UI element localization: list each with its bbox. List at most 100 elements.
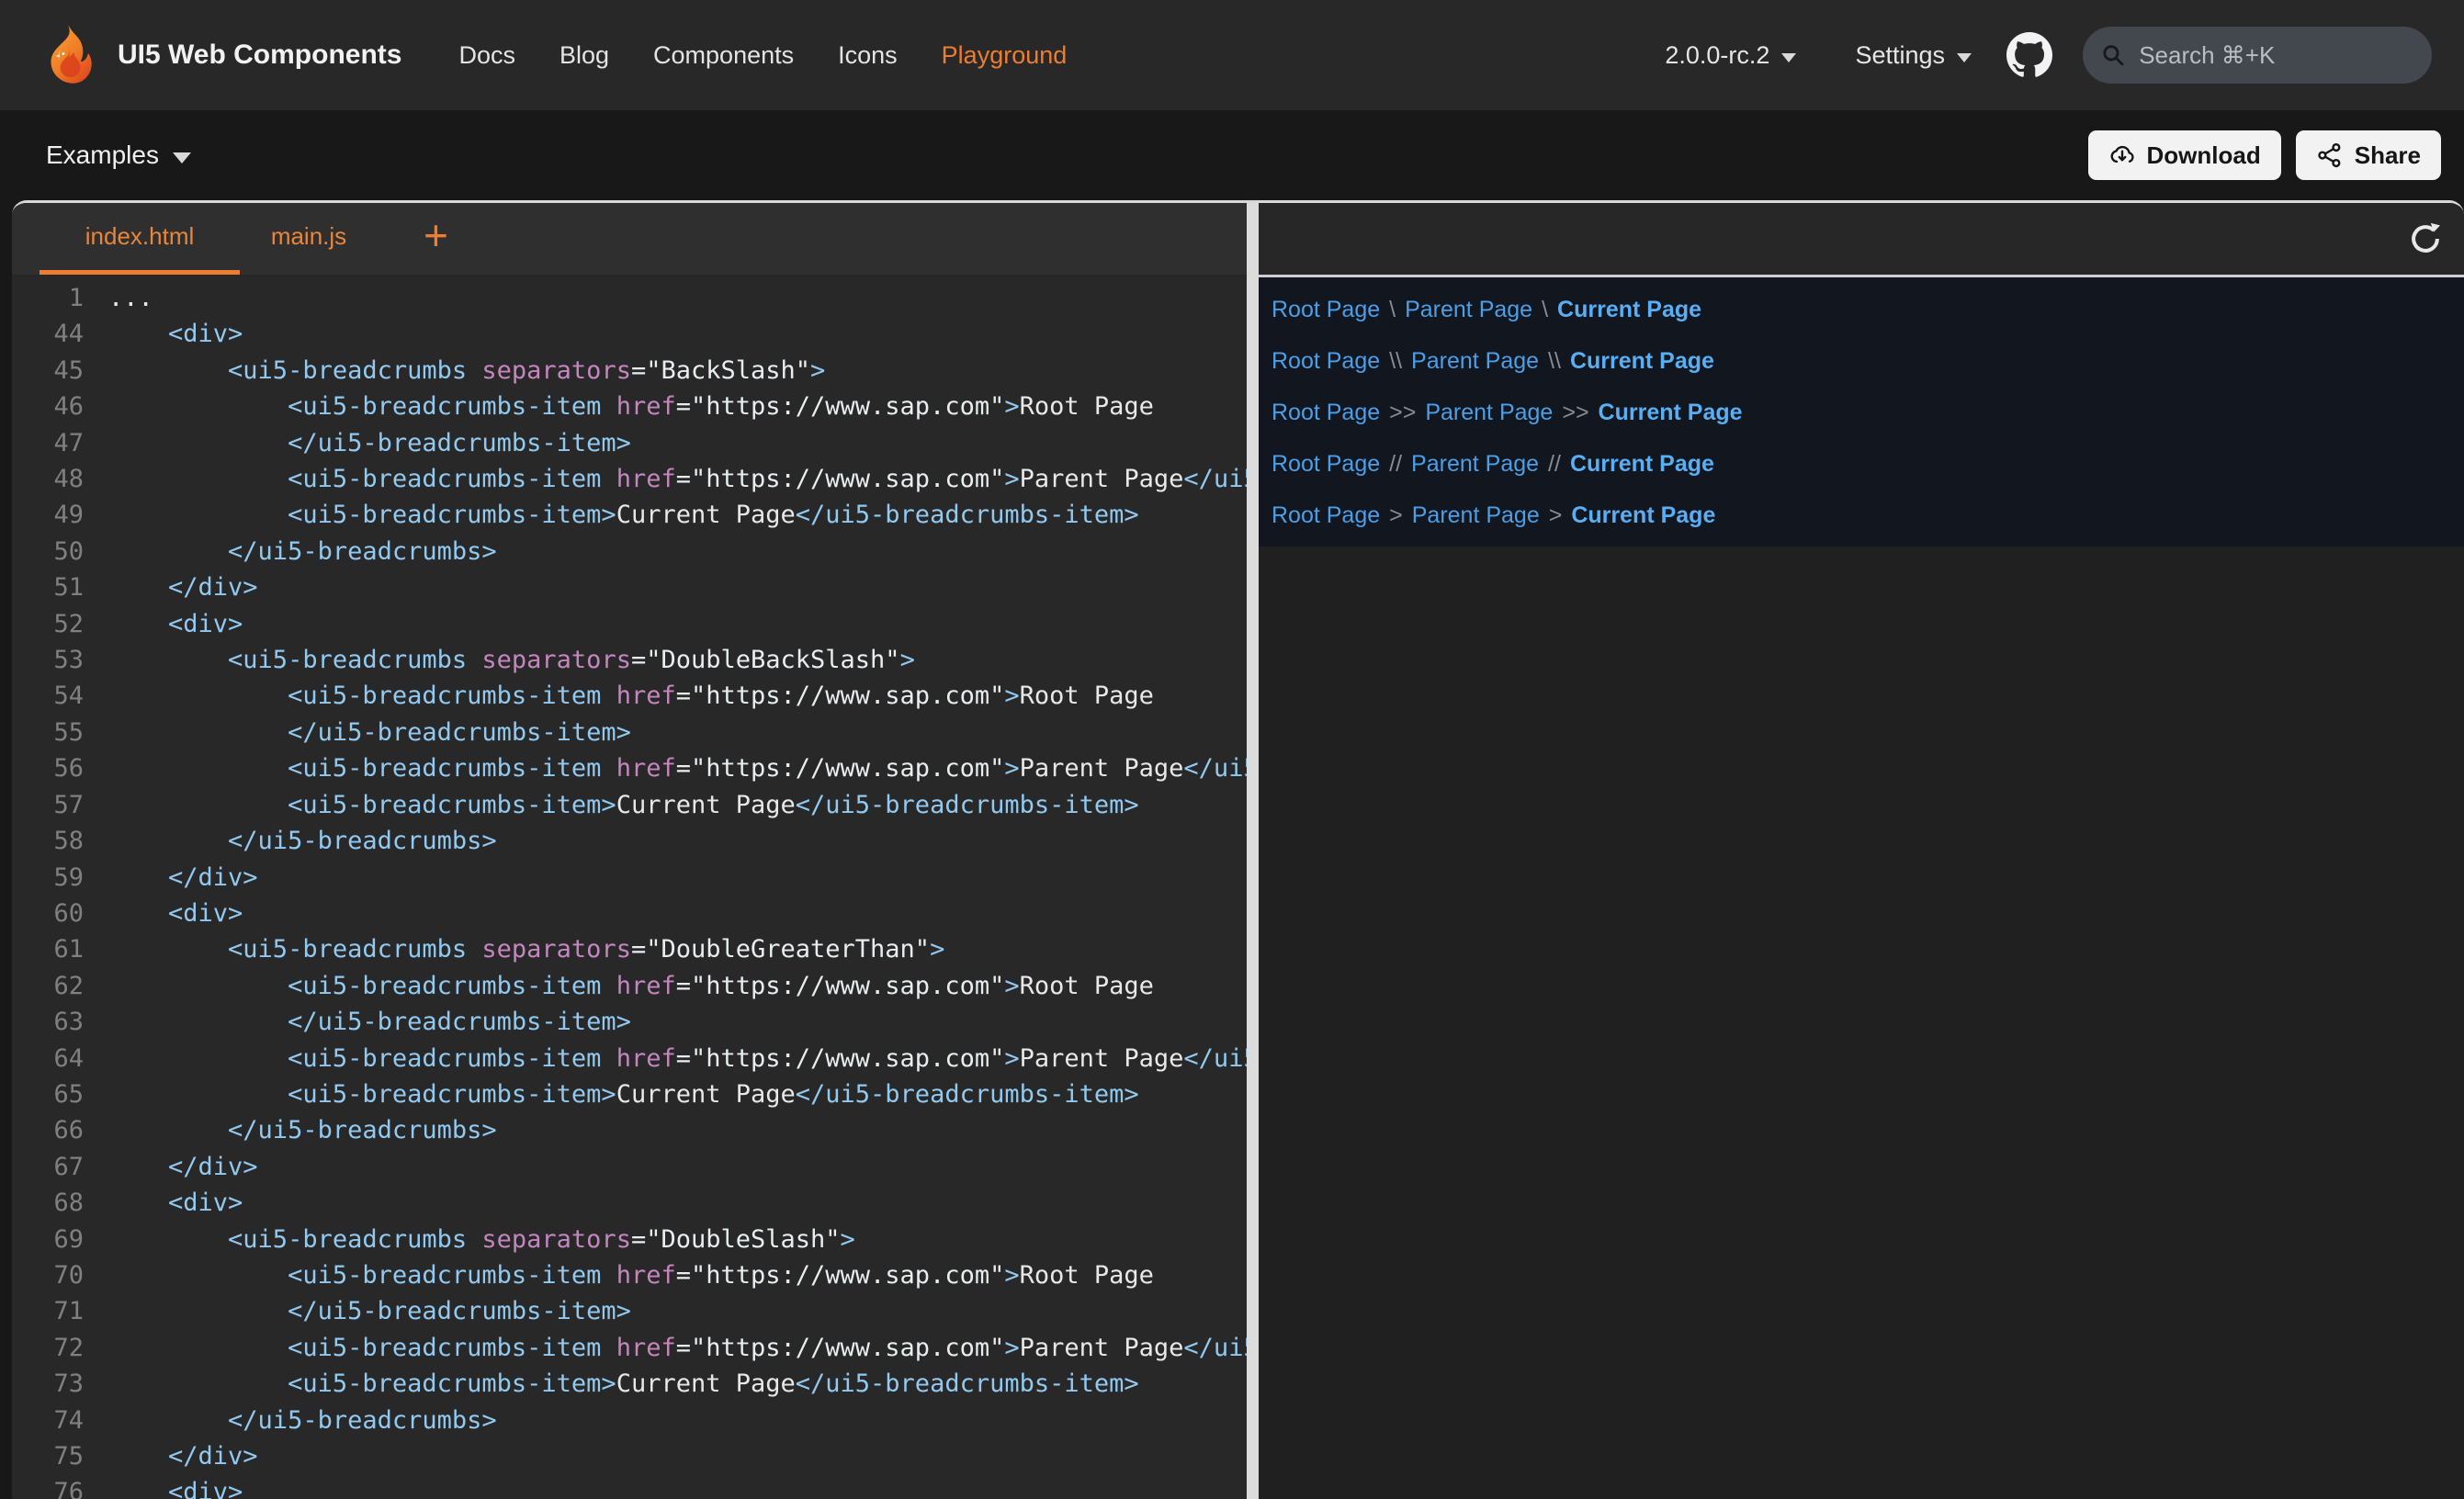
search-icon: [2101, 41, 2125, 69]
line-number: 67: [12, 1149, 84, 1185]
breadcrumb-link[interactable]: Parent Page: [1412, 502, 1540, 529]
code-text: <ui5-breadcrumbs-item href="https://www.…: [108, 678, 1154, 714]
line-number: 69: [12, 1222, 84, 1257]
breadcrumb-current: Current Page: [1570, 451, 1714, 478]
nav-link-blog[interactable]: Blog: [559, 41, 609, 70]
examples-toolbar: Examples Download Shar: [0, 110, 2464, 200]
breadcrumb-link[interactable]: Root Page: [1272, 297, 1380, 323]
breadcrumb-link[interactable]: Parent Page: [1425, 400, 1553, 426]
code-text: <div>: [108, 1185, 243, 1221]
code-line: 51 </div>: [12, 569, 1247, 605]
line-number: 72: [12, 1330, 84, 1366]
code-text: <ui5-breadcrumbs-item>Current Page</ui5-…: [108, 497, 1139, 533]
preview-empty-area: [1259, 547, 2464, 1499]
search-box[interactable]: [2083, 27, 2432, 84]
code-line: 59 </div>: [12, 860, 1247, 896]
line-number: 53: [12, 642, 84, 678]
settings-menu[interactable]: Settings: [1855, 41, 1972, 70]
editor-tab-main.js[interactable]: main.js: [240, 203, 378, 275]
line-number: 52: [12, 606, 84, 642]
nav-link-components[interactable]: Components: [653, 41, 794, 70]
code-text: <ui5-breadcrumbs-item href="https://www.…: [108, 750, 1247, 786]
header: UI5 Web Components Docs Blog Components Ico…: [0, 0, 2464, 110]
main-nav: Docs Blog Components Icons Playground: [458, 41, 1067, 70]
breadcrumb-separator: >: [1549, 502, 1563, 529]
editor-tab-index.html[interactable]: index.html: [40, 203, 240, 275]
code-text: <ui5-breadcrumbs-item>Current Page</ui5-…: [108, 787, 1139, 823]
code-line: 54 <ui5-breadcrumbs-item href="https://w…: [12, 678, 1247, 714]
download-button[interactable]: Download: [2088, 130, 2281, 180]
breadcrumb-link[interactable]: Parent Page: [1411, 348, 1539, 375]
code-text: </ui5-breadcrumbs-item>: [108, 1004, 631, 1040]
code-line: 68 <div>: [12, 1185, 1247, 1221]
code-line: 44 <div>: [12, 316, 1247, 352]
code-line: 50 </ui5-breadcrumbs>: [12, 534, 1247, 569]
code-text: </div>: [108, 860, 258, 896]
breadcrumb-link[interactable]: Root Page: [1272, 348, 1380, 375]
code-text: <ui5-breadcrumbs-item href="https://www.…: [108, 1330, 1247, 1366]
examples-menu-button[interactable]: Examples: [46, 141, 191, 170]
settings-label: Settings: [1855, 41, 1945, 70]
code-line: 72 <ui5-breadcrumbs-item href="https://w…: [12, 1330, 1247, 1366]
cloud-download-icon: [2108, 141, 2136, 169]
line-number: 71: [12, 1293, 84, 1329]
code-text: <ui5-breadcrumbs-item href="https://www.…: [108, 461, 1247, 497]
code-text: <ui5-breadcrumbs-item>Current Page</ui5-…: [108, 1076, 1139, 1112]
code-line: 60 <div>: [12, 896, 1247, 931]
code-text: </ui5-breadcrumbs>: [108, 534, 497, 569]
line-number: 55: [12, 715, 84, 750]
github-icon[interactable]: [2006, 32, 2052, 78]
editor-tabs: index.htmlmain.js: [40, 203, 378, 275]
code-text: <ui5-breadcrumbs separators="DoubleSlash…: [108, 1222, 855, 1257]
line-number: 1: [12, 280, 84, 316]
line-number: 66: [12, 1112, 84, 1148]
pane-splitter[interactable]: [1247, 203, 1259, 1499]
code-text: </ui5-breadcrumbs-item>: [108, 715, 631, 750]
code-line: 66 </ui5-breadcrumbs>: [12, 1112, 1247, 1148]
breadcrumb-link[interactable]: Root Page: [1272, 400, 1380, 426]
code-line: 53 <ui5-breadcrumbs separators="DoubleBa…: [12, 642, 1247, 678]
code-text: </div>: [108, 569, 258, 605]
line-number: 45: [12, 353, 84, 389]
download-label: Download: [2147, 141, 2261, 170]
share-icon: [2316, 141, 2344, 169]
code-text: <ui5-breadcrumbs-item>Current Page</ui5-…: [108, 1366, 1139, 1402]
breadcrumb-link[interactable]: Root Page: [1272, 502, 1380, 529]
code-text: <ui5-breadcrumbs-item href="https://www.…: [108, 968, 1154, 1004]
code-text: <ui5-breadcrumbs separators="DoubleBackS…: [108, 642, 915, 678]
code-line: 75 </div>: [12, 1438, 1247, 1474]
chevron-down-icon: [1781, 53, 1796, 62]
refresh-button[interactable]: [2407, 220, 2444, 257]
playground-window: index.htmlmain.js + 1...44 <div>45 <ui5-…: [12, 200, 2464, 1499]
share-button[interactable]: Share: [2296, 130, 2441, 180]
code-line: 65 <ui5-breadcrumbs-item>Current Page</u…: [12, 1076, 1247, 1112]
search-input[interactable]: [2137, 40, 2413, 71]
nav-link-playground[interactable]: Playground: [942, 41, 1068, 70]
breadcrumb-link[interactable]: Parent Page: [1411, 451, 1539, 478]
line-number: 74: [12, 1403, 84, 1438]
code-line: 76 <div>: [12, 1474, 1247, 1499]
line-number: 65: [12, 1076, 84, 1112]
app: UI5 Web Components Docs Blog Components Ico…: [0, 0, 2464, 1499]
code-text: <ui5-breadcrumbs-item href="https://www.…: [108, 389, 1154, 424]
brand-title[interactable]: UI5 Web Components: [118, 39, 401, 71]
breadcrumb-link[interactable]: Root Page: [1272, 451, 1380, 478]
code-text: </div>: [108, 1149, 258, 1185]
code-line: 64 <ui5-breadcrumbs-item href="https://w…: [12, 1041, 1247, 1076]
version-selector[interactable]: 2.0.0-rc.2: [1665, 41, 1796, 70]
nav-link-docs[interactable]: Docs: [458, 41, 515, 70]
breadcrumb-link[interactable]: Parent Page: [1405, 297, 1532, 323]
code-editor[interactable]: 1...44 <div>45 <ui5-breadcrumbs separato…: [12, 275, 1247, 1499]
code-text: <ui5-breadcrumbs-item href="https://www.…: [108, 1041, 1247, 1076]
nav-link-icons[interactable]: Icons: [838, 41, 898, 70]
code-line: 45 <ui5-breadcrumbs separators="BackSlas…: [12, 353, 1247, 389]
code-line: 48 <ui5-breadcrumbs-item href="https://w…: [12, 461, 1247, 497]
ui5-logo-icon[interactable]: [35, 23, 99, 87]
share-label: Share: [2355, 141, 2421, 170]
code-text: ...: [108, 280, 153, 316]
new-tab-button[interactable]: +: [424, 203, 448, 275]
code-text: </ui5-breadcrumbs>: [108, 823, 497, 859]
header-right: 2.0.0-rc.2 Settings: [1665, 27, 2432, 84]
breadcrumb-row: Root Page\\Parent Page\\Current Page: [1272, 335, 2464, 387]
breadcrumb-separator: \\: [1548, 348, 1561, 375]
